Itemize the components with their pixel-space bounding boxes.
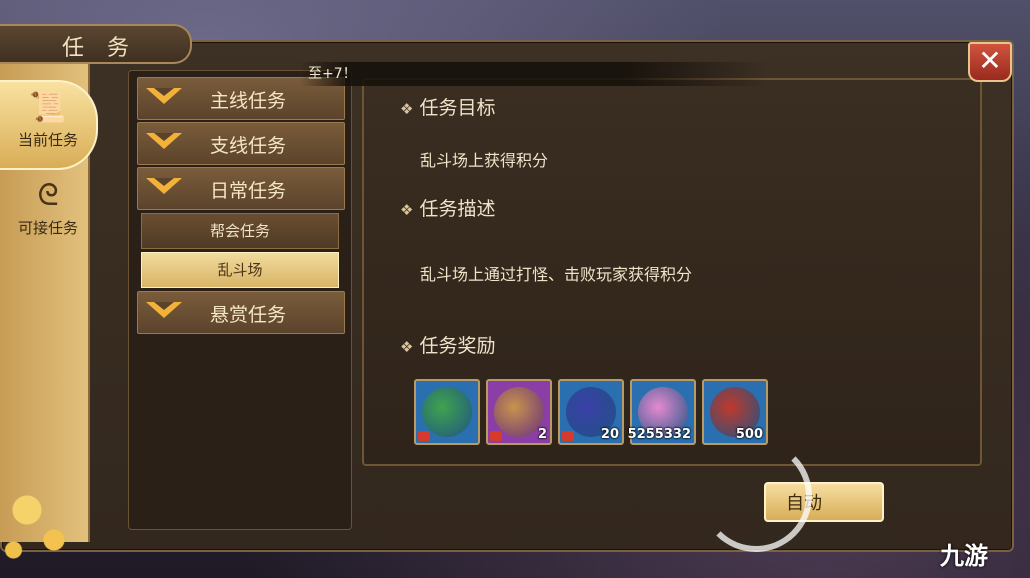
reward-slot[interactable]: 2 <box>486 379 552 445</box>
chevron-down-icon <box>146 302 182 318</box>
goal-text: 乱斗场上获得积分 <box>420 151 549 170</box>
flower-decoration <box>0 470 90 570</box>
lock-icon <box>490 431 502 441</box>
diamond-icon: ❖ <box>400 201 414 219</box>
close-icon: ✕ <box>978 44 1002 77</box>
window-title-tab: 任 务 <box>0 24 192 64</box>
reward-slot[interactable]: 500 <box>702 379 768 445</box>
category-side[interactable]: 支线任务 <box>137 122 345 165</box>
chevron-down-icon <box>146 88 182 104</box>
scarecrow-icon <box>494 387 544 437</box>
tab-label: 当前任务 <box>17 131 78 149</box>
watermark-logo: 九游 <box>940 542 988 570</box>
sub-guild-quest[interactable]: 帮会任务 <box>141 213 339 249</box>
category-bounty[interactable]: 悬赏任务 <box>137 291 345 334</box>
reward-count: 5255332 <box>627 427 691 442</box>
sub-arena-quest[interactable]: 乱斗场 <box>141 252 339 288</box>
category-label: 支线任务 <box>210 135 287 157</box>
reward-heading: ❖ 任务奖励 <box>400 335 496 357</box>
reward-count: 2 <box>537 427 547 442</box>
reward-slot[interactable] <box>414 379 480 445</box>
reward-count: 20 <box>600 427 619 442</box>
swirl-icon: ᘓ <box>37 178 59 213</box>
category-label: 主线任务 <box>210 90 287 112</box>
reward-slot[interactable]: 5255332 <box>627 379 696 445</box>
diamond-icon: ❖ <box>400 100 414 118</box>
chevron-down-icon <box>146 133 182 149</box>
reward-slot[interactable]: 20 <box>558 379 624 445</box>
lock-icon <box>418 431 430 441</box>
diamond-icon: ❖ <box>400 338 414 356</box>
category-label: 日常任务 <box>210 180 287 202</box>
description-text: 乱斗场上通过打怪、击败玩家获得积分 <box>420 265 693 284</box>
lock-icon <box>562 431 574 441</box>
tab-current-quests[interactable]: 📜 当前任务 <box>0 80 98 170</box>
scrolling-notice: 至+7！ <box>300 62 768 86</box>
description-heading: ❖ 任务描述 <box>400 198 496 220</box>
goal-heading: ❖ 任务目标 <box>400 97 496 119</box>
tab-label: 可接任务 <box>17 219 78 237</box>
tab-available-quests[interactable]: ᘓ 可接任务 <box>0 170 96 256</box>
window-title: 任 务 <box>62 36 137 61</box>
chevron-down-icon <box>146 178 182 194</box>
category-label: 悬赏任务 <box>210 304 287 326</box>
jade-bag-icon <box>422 387 472 437</box>
close-button[interactable]: ✕ <box>968 42 1012 82</box>
category-daily[interactable]: 日常任务 <box>137 167 345 210</box>
scroll-icon: 📜 <box>29 90 67 125</box>
watermark-emblem <box>700 440 812 552</box>
